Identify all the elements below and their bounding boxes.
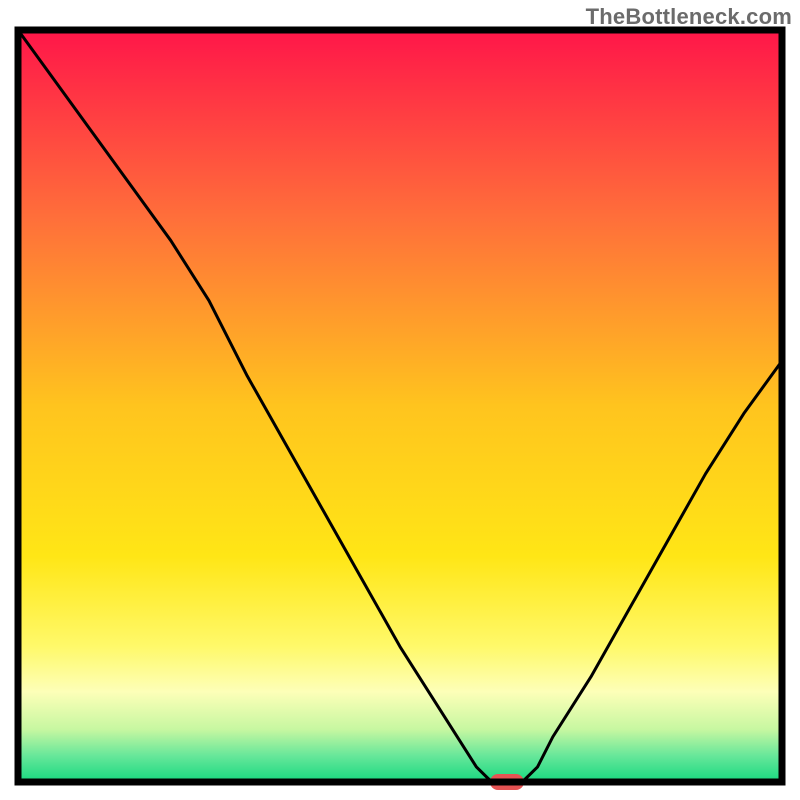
bottleneck-chart: TheBottleneck.com (0, 0, 800, 800)
watermark-label: TheBottleneck.com (586, 4, 792, 30)
chart-canvas (0, 0, 800, 800)
gradient-background (18, 30, 782, 782)
